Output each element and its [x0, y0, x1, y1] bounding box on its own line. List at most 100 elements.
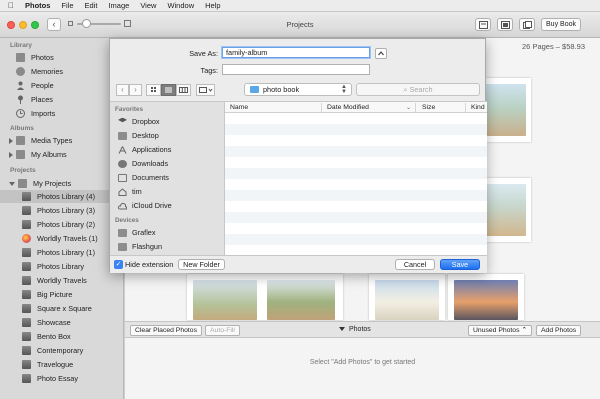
photos-icon: [16, 53, 25, 62]
folder-icon: [250, 86, 259, 93]
menu-app-name[interactable]: Photos: [25, 1, 50, 10]
unused-photos-label: Unused Photos: [473, 327, 520, 334]
sidebar-item-label: Photos Library (1): [37, 248, 95, 257]
sidebar-item-project-7[interactable]: Big Picture: [0, 288, 124, 301]
sidebar-item-imports[interactable]: Imports: [0, 107, 124, 120]
column-divider[interactable]: [415, 103, 416, 112]
hide-extension-checkbox[interactable]: ✓: [114, 260, 123, 269]
column-view-button[interactable]: [176, 84, 191, 96]
column-date-modified[interactable]: Date Modified: [327, 104, 369, 111]
sidebar-item-downloads[interactable]: Downloads: [118, 158, 168, 169]
sidebar-item-project-2[interactable]: Photos Library (2): [0, 218, 124, 231]
arrange-button[interactable]: [196, 84, 215, 96]
book-spread[interactable]: [187, 274, 343, 320]
sidebar-item-project-11[interactable]: Contemporary: [0, 344, 124, 357]
sidebar-item-memories[interactable]: Memories: [0, 65, 124, 78]
book-page[interactable]: [448, 274, 524, 320]
menu-file[interactable]: File: [61, 1, 73, 10]
search-icon: ⌕: [403, 85, 408, 94]
unused-photos-popup[interactable]: Unused Photos ⌃: [468, 325, 533, 336]
disclosure-right-icon[interactable]: [9, 137, 13, 144]
menu-image[interactable]: Image: [108, 1, 129, 10]
sidebar-item-label: Square x Square: [37, 304, 92, 313]
sidebar-item-dropbox[interactable]: Dropbox: [118, 116, 160, 127]
menu-help[interactable]: Help: [205, 1, 220, 10]
buy-book-button[interactable]: Buy Book: [541, 18, 581, 31]
sidebar-item-media-types[interactable]: Media Types: [0, 134, 124, 147]
sidebar-item-project-9[interactable]: Showcase: [0, 316, 124, 329]
column-name[interactable]: Name: [230, 104, 248, 111]
popup-arrows-icon: ▲ ▼: [341, 84, 347, 95]
sidebar-item-label: Flashgun: [132, 242, 163, 251]
expand-dialog-button[interactable]: [375, 48, 387, 59]
tags-field[interactable]: [222, 64, 370, 75]
column-kind[interactable]: Kind: [471, 104, 485, 111]
empty-row: [225, 234, 487, 245]
menu-window[interactable]: Window: [167, 1, 194, 10]
sidebar-item-places[interactable]: Places: [0, 93, 124, 106]
sidebar-item-project-13[interactable]: Photo Essay: [0, 372, 124, 385]
file-list[interactable]: Name Date Modified ⌄ Size Kind: [225, 101, 487, 255]
sidebar-item-photos[interactable]: Photos: [0, 51, 124, 64]
cancel-button[interactable]: Cancel: [395, 259, 435, 270]
column-divider[interactable]: [321, 103, 322, 112]
book-page[interactable]: [369, 274, 445, 320]
book-icon: [22, 220, 31, 229]
book-icon: [22, 332, 31, 341]
menu-view[interactable]: View: [140, 1, 156, 10]
location-popup[interactable]: photo book ▲ ▼: [244, 83, 352, 96]
search-placeholder: Search: [409, 85, 433, 94]
sidebar-item-documents[interactable]: Documents: [118, 172, 169, 183]
forward-nav-button[interactable]: ›: [129, 84, 142, 96]
book-icon: [22, 248, 31, 257]
disclosure-right-icon[interactable]: [9, 151, 13, 158]
sidebar-item-people[interactable]: People: [0, 79, 124, 92]
sidebar-item-label: Photos Library (4): [37, 192, 95, 201]
back-nav-button[interactable]: ‹: [116, 84, 129, 96]
sidebar-item-label: Travelogue: [37, 360, 74, 369]
page-options-icon[interactable]: [519, 18, 535, 31]
sidebar-item-project-12[interactable]: Travelogue: [0, 358, 124, 371]
new-folder-button[interactable]: New Folder: [178, 259, 225, 270]
sidebar-item-project-6[interactable]: Worldly Travels: [0, 274, 124, 287]
disclosure-down-icon[interactable]: [9, 181, 15, 186]
sidebar-item-project-4[interactable]: Photos Library (1): [0, 246, 124, 259]
sidebar-item-project-5[interactable]: Photos Library: [0, 260, 124, 273]
book-icon: [22, 360, 31, 369]
book-settings-icon[interactable]: [475, 18, 491, 31]
sidebar-item-project-3[interactable]: Worldly Travels (1): [0, 232, 124, 245]
folder-icon: [16, 136, 25, 145]
sidebar-item-desktop[interactable]: Desktop: [118, 130, 159, 141]
auto-fill-button[interactable]: Auto-Fill: [205, 325, 240, 336]
sidebar-item-home[interactable]: tim: [118, 186, 142, 197]
search-field[interactable]: ⌕ Search: [356, 83, 480, 96]
sidebar-item-label: Photo Essay: [37, 374, 78, 383]
drive-icon: [118, 242, 127, 251]
photos-toggle-label: Photos: [349, 326, 371, 333]
layout-options-icon[interactable]: [497, 18, 513, 31]
sidebar-item-applications[interactable]: Applications: [118, 144, 171, 155]
apple-menu-icon[interactable]: : [8, 1, 14, 10]
sidebar-item-icloud[interactable]: iCloud Drive: [117, 200, 172, 211]
column-size[interactable]: Size: [422, 104, 435, 111]
sidebar-item-project-0[interactable]: Photos Library (4): [0, 190, 124, 203]
sidebar-item-graflex[interactable]: Graflex: [118, 227, 156, 238]
sidebar-item-project-10[interactable]: Bento Box: [0, 330, 124, 343]
save-as-field[interactable]: family-album: [222, 47, 370, 58]
list-view-button[interactable]: [161, 84, 176, 96]
sidebar-item-my-projects[interactable]: My Projects: [0, 177, 124, 190]
hide-extension-label[interactable]: Hide extension: [125, 260, 173, 269]
page-photo: [267, 280, 335, 320]
sidebar-item-project-1[interactable]: Photos Library (3): [0, 204, 124, 217]
sidebar-item-my-albums[interactable]: My Albums: [0, 148, 124, 161]
photos-toggle[interactable]: Photos: [339, 326, 371, 333]
menu-edit[interactable]: Edit: [85, 1, 98, 10]
clear-placed-photos-button[interactable]: Clear Placed Photos: [130, 325, 202, 336]
icon-view-button[interactable]: [146, 84, 161, 96]
column-divider[interactable]: [465, 103, 466, 112]
sidebar-item-project-8[interactable]: Square x Square: [0, 302, 124, 315]
sidebar-item-flashgun[interactable]: Flashgun: [118, 241, 162, 252]
add-photos-button[interactable]: Add Photos: [536, 325, 582, 336]
sidebar-item-label: My Albums: [31, 150, 67, 159]
save-button[interactable]: Save: [440, 259, 480, 270]
